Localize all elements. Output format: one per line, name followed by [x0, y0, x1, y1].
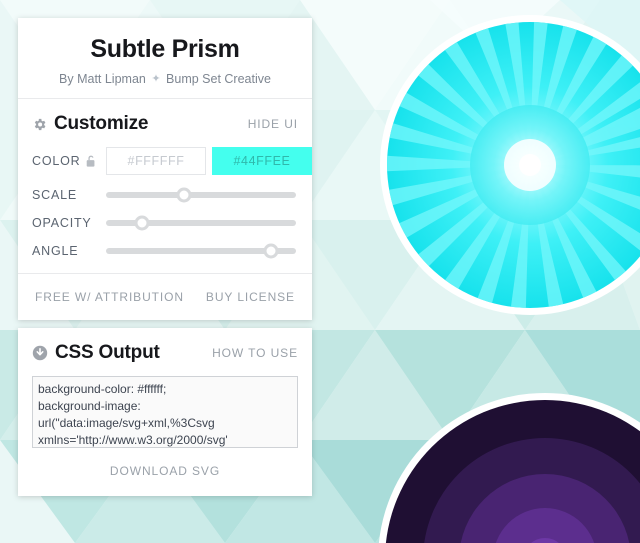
customize-title-group: Customize — [32, 113, 148, 135]
page-title: Subtle Prism — [90, 35, 240, 63]
buy-license-button[interactable]: BUY LICENSE — [206, 290, 295, 304]
opacity-label: OPACITY — [32, 216, 92, 231]
customize-card: Subtle Prism By Matt Lipman ✦ Bump Set C… — [18, 18, 312, 321]
color-label: COLOR — [32, 154, 81, 169]
download-svg-row: DOWNLOAD SVG — [18, 448, 312, 496]
unlocked-padlock-icon[interactable] — [85, 154, 97, 168]
slider-row-opacity: OPACITY — [18, 209, 312, 237]
opacity-slider-thumb[interactable] — [134, 215, 150, 231]
css-output-textarea-wrap: background-color: #ffffff; background-im… — [18, 374, 312, 449]
byline-author: By Matt Lipman — [59, 71, 146, 86]
angle-slider-thumb[interactable] — [263, 243, 279, 259]
slider-row-angle: ANGLE — [18, 237, 312, 265]
sparkle-icon: ✦ — [151, 72, 161, 85]
byline: By Matt Lipman ✦ Bump Set Creative — [32, 71, 298, 87]
byline-studio: Bump Set Creative — [166, 71, 271, 86]
css-output-header: CSS Output HOW TO USE — [18, 328, 312, 374]
css-output-title: CSS Output — [55, 342, 160, 364]
customize-title: Customize — [54, 113, 149, 135]
panel-header: Subtle Prism By Matt Lipman ✦ Bump Set C… — [18, 18, 312, 98]
gear-icon — [32, 117, 47, 132]
control-panel: Subtle Prism By Matt Lipman ✦ Bump Set C… — [18, 18, 312, 497]
angle-label: ANGLE — [32, 244, 79, 259]
download-svg-button[interactable]: DOWNLOAD SVG — [110, 464, 220, 478]
scale-slider-thumb[interactable] — [176, 187, 192, 203]
css-output-textarea[interactable]: background-color: #ffffff; background-im… — [32, 376, 298, 449]
css-output-card: CSS Output HOW TO USE background-color: … — [18, 328, 312, 497]
angle-slider-track[interactable] — [106, 243, 296, 259]
color-row: COLOR #FFFFFF #44FFEE — [18, 145, 312, 181]
how-to-use-button[interactable]: HOW TO USE — [212, 346, 298, 360]
scale-label: SCALE — [32, 188, 77, 203]
license-links: FREE W/ ATTRIBUTION BUY LICENSE — [18, 274, 312, 320]
download-circle-icon[interactable] — [32, 345, 48, 361]
scale-slider-track[interactable] — [106, 187, 296, 203]
css-output-title-group: CSS Output — [32, 342, 160, 364]
hide-ui-button[interactable]: HIDE UI — [248, 117, 298, 131]
color-label-group: COLOR — [32, 154, 97, 169]
color-swatch-2[interactable]: #44FFEE — [212, 147, 312, 176]
opacity-slider-track[interactable] — [106, 215, 296, 231]
color-swatches: #FFFFFF #44FFEE — [106, 147, 312, 176]
slider-row-scale: SCALE — [18, 181, 312, 209]
free-with-attribution-button[interactable]: FREE W/ ATTRIBUTION — [35, 290, 184, 304]
color-swatch-1[interactable]: #FFFFFF — [106, 147, 206, 176]
customize-section-header: Customize HIDE UI — [18, 99, 312, 145]
